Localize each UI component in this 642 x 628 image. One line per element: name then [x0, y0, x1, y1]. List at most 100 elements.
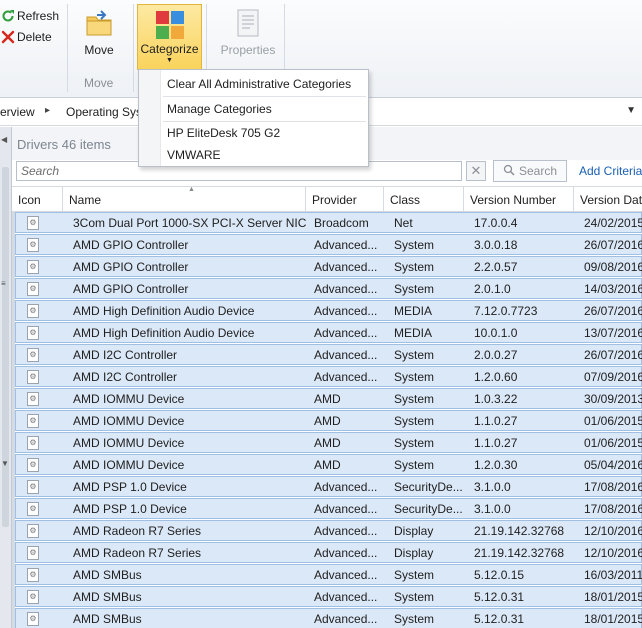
table-row[interactable]: ⚙ AMD Radeon R7 Series Advanced... Display 2… [15, 542, 642, 563]
cell-name: AMD IOMMU Device [73, 414, 185, 428]
cell-name: AMD High Definition Audio Device [73, 304, 255, 318]
cell-version-number: 21.19.142.32768 [474, 546, 565, 560]
cell-version-number: 1.1.0.27 [474, 414, 518, 428]
cell-class: System [394, 568, 435, 582]
breadcrumb-item-overview[interactable]: erview [0, 105, 35, 119]
refresh-icon [0, 8, 16, 24]
table-row[interactable]: ⚙ AMD Radeon R7 Series Advanced... Display 2… [15, 520, 642, 541]
grip-icon: ≡ [1, 279, 6, 288]
table-row[interactable]: ⚙ AMD GPIO Controller Advanced... System 3.0… [15, 234, 642, 255]
cell-class: System [394, 260, 435, 274]
cell-name: AMD High Definition Audio Device [73, 326, 255, 340]
delete-button[interactable]: Delete [0, 27, 52, 47]
cell-class: Net [394, 216, 413, 230]
cell-class: Display [394, 524, 434, 538]
cell-provider: Broadcom [314, 216, 369, 230]
table-row[interactable]: ⚙ AMD SMBus Advanced... System 5.12.0.31 18/0… [15, 586, 642, 607]
table-row[interactable]: ⚙ AMD GPIO Controller Advanced... System 2.2… [15, 256, 642, 277]
cell-provider: Advanced... [314, 590, 378, 604]
cell-version-date: 14/03/2016 [584, 282, 642, 296]
table-row[interactable]: ⚙ AMD GPIO Controller Advanced... System 2.0… [15, 278, 642, 299]
scroll-down-icon[interactable]: ▼ [1, 459, 9, 468]
delete-label: Delete [17, 30, 52, 44]
cell-name: AMD IOMMU Device [73, 392, 185, 406]
cell-class: System [394, 414, 435, 428]
refresh-button[interactable]: Refresh [0, 6, 59, 26]
cell-class: System [394, 612, 435, 626]
cell-provider: Advanced... [314, 568, 378, 582]
table-row[interactable]: ⚙ 3Com Dual Port 1000-SX PCI-X Server NIC… [15, 212, 642, 233]
menu-separator [163, 121, 366, 122]
cell-provider: Advanced... [314, 238, 378, 252]
table-row[interactable]: ⚙ AMD SMBus Advanced... System 5.12.0.15 16/0… [15, 564, 642, 585]
cell-class: SecurityDe... [394, 502, 463, 516]
cell-provider: Advanced... [314, 480, 378, 494]
cell-version-date: 12/10/2016 [584, 546, 642, 560]
cell-version-date: 05/04/2016 [584, 458, 642, 472]
driver-icon: ⚙ [27, 238, 39, 252]
driver-icon: ⚙ [27, 370, 39, 384]
menu-item-category-vmware[interactable]: VMWARE [167, 148, 221, 162]
cell-provider: Advanced... [314, 326, 378, 340]
table-row[interactable]: ⚙ AMD PSP 1.0 Device Advanced... SecurityDe… [15, 498, 642, 519]
menu-item-category-hp-elitedesk[interactable]: HP EliteDesk 705 G2 [167, 126, 280, 140]
table-row[interactable]: ⚙ AMD SMBus Advanced... System 5.12.0.31 18/0… [15, 608, 642, 628]
cell-version-number: 1.2.0.60 [474, 370, 518, 384]
column-header-version-number[interactable]: Version Number [464, 187, 574, 211]
column-header-class[interactable]: Class [384, 187, 464, 211]
categorize-button[interactable]: Categorize ▼ [137, 4, 202, 70]
cell-version-number: 5.12.0.15 [474, 568, 525, 582]
cell-provider: Advanced... [314, 502, 378, 516]
search-button[interactable]: Search [493, 160, 567, 182]
cell-version-date: 13/07/2016 [584, 326, 642, 340]
cell-version-date: 17/08/2016 [584, 480, 642, 494]
cell-class: System [394, 392, 435, 406]
move-button[interactable]: Move [67, 4, 131, 70]
driver-icon: ⚙ [27, 392, 39, 406]
cell-provider: Advanced... [314, 304, 378, 318]
properties-button[interactable]: Properties [214, 4, 282, 70]
cell-provider: AMD [314, 436, 341, 450]
column-header-icon[interactable]: Icon [12, 187, 63, 211]
cell-version-date: 16/03/2011 [584, 568, 642, 582]
search-icon [503, 164, 515, 179]
table-row[interactable]: ⚙ AMD I2C Controller Advanced... System 1.2.… [15, 366, 642, 387]
cell-name: AMD IOMMU Device [73, 436, 185, 450]
cell-version-date: 12/10/2016 [584, 524, 642, 538]
collapse-arrow-icon[interactable]: ◀ [1, 135, 7, 144]
driver-icon: ⚙ [27, 414, 39, 428]
cell-version-date: 18/01/2015 [584, 612, 642, 626]
breadcrumb-dropdown-icon[interactable]: ▼ [626, 105, 636, 116]
table-row[interactable]: ⚙ AMD IOMMU Device AMD System 1.0.3.22 30/09/… [15, 388, 642, 409]
menu-item-manage-categories[interactable]: Manage Categories [167, 102, 272, 116]
table-row[interactable]: ⚙ AMD High Definition Audio Device Advance… [15, 322, 642, 343]
column-header-provider[interactable]: Provider [306, 187, 384, 211]
cell-class: System [394, 590, 435, 604]
menu-item-clear-all-categories[interactable]: Clear All Administrative Categories [167, 77, 351, 91]
breadcrumb-chevron-icon[interactable]: ▸ [45, 105, 50, 116]
driver-icon: ⚙ [27, 612, 39, 626]
cell-provider: Advanced... [314, 524, 378, 538]
cell-name: AMD SMBus [73, 590, 142, 604]
close-icon: ✕ [470, 163, 482, 178]
breadcrumb-item-operating-systems[interactable]: Operating Sys [66, 105, 142, 119]
left-pane-collapsed: ◀ ≡ ▼ [0, 127, 12, 628]
table-row[interactable]: ⚙ AMD IOMMU Device AMD System 1.1.0.27 01/06/… [15, 410, 642, 431]
left-scrollbar-thumb[interactable] [2, 167, 9, 527]
column-header-name[interactable]: Name [63, 187, 306, 211]
cell-version-number: 1.0.3.22 [474, 392, 518, 406]
ribbon-separator [133, 4, 134, 92]
driver-icon: ⚙ [27, 304, 39, 318]
cell-name: AMD SMBus [73, 612, 142, 626]
table-row[interactable]: ⚙ AMD High Definition Audio Device Advance… [15, 300, 642, 321]
table-row[interactable]: ⚙ AMD IOMMU Device AMD System 1.2.0.30 05/04/… [15, 454, 642, 475]
column-header-version-date[interactable]: Version Date [574, 187, 642, 211]
cell-class: MEDIA [394, 304, 433, 318]
table-row[interactable]: ⚙ AMD PSP 1.0 Device Advanced... SecurityDe… [15, 476, 642, 497]
table-row[interactable]: ⚙ AMD I2C Controller Advanced... System 2.0.… [15, 344, 642, 365]
clear-search-button[interactable]: ✕ [466, 161, 486, 181]
table-row[interactable]: ⚙ AMD IOMMU Device AMD System 1.1.0.27 01/06/… [15, 432, 642, 453]
add-criteria-link[interactable]: Add Criteria [579, 164, 642, 178]
categorize-menu: Clear All Administrative Categories Mana… [138, 69, 369, 167]
cell-version-number: 10.0.1.0 [474, 326, 518, 340]
